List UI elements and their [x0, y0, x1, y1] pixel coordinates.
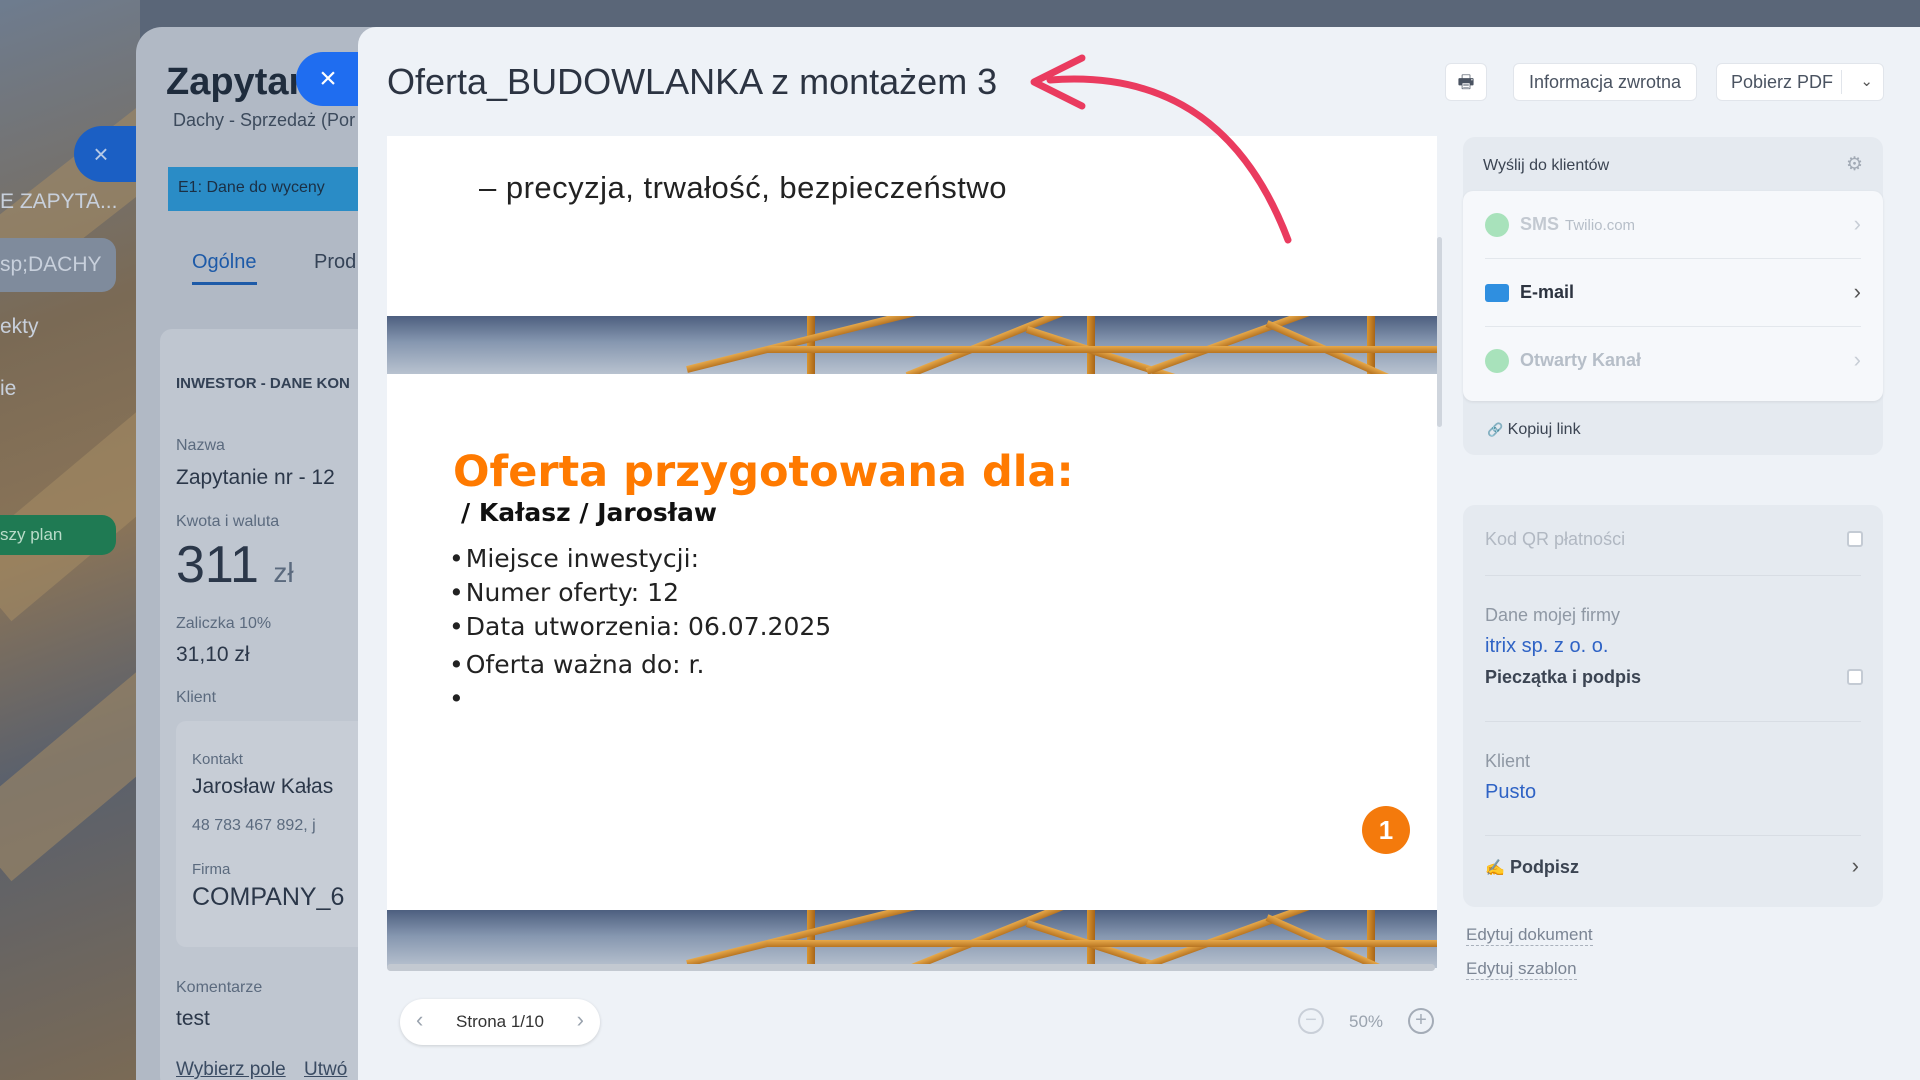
contact-phone: 48 783 467 892, j: [192, 817, 316, 834]
document-options-card: Kod QR płatności Dane mojej firmy itrix …: [1463, 505, 1883, 907]
zoom-in-icon[interactable]: +: [1408, 1008, 1434, 1034]
deal-subtitle: Dachy - Sprzedaż (Por: [173, 110, 356, 130]
bg-plan-button[interactable]: szy plan: [0, 525, 62, 545]
bg-nav-item[interactable]: ie: [0, 377, 16, 401]
tab-general[interactable]: Ogólne: [192, 251, 257, 285]
channel-email[interactable]: E-mail ›: [1463, 259, 1883, 327]
copy-link-label: Kopiuj link: [1507, 421, 1581, 438]
document-title: Oferta_BUDOWLANKA z montażem 3: [387, 61, 998, 102]
copy-link-button[interactable]: 🔗 Kopiuj link: [1487, 421, 1581, 439]
gear-icon[interactable]: ⚙: [1846, 153, 1863, 176]
deposit-label: Zaliczka 10%: [176, 615, 272, 632]
list-item: Data utworzenia: 06.07.2025: [449, 612, 831, 646]
zoom-level: 50%: [1348, 1012, 1384, 1031]
zoom-control: − 50% +: [1298, 1002, 1438, 1042]
link-icon: 🔗: [1487, 422, 1504, 437]
chevron-right-icon: ›: [1853, 279, 1861, 304]
page-navigator: ‹ Strona 1/10 ›: [400, 999, 600, 1045]
edit-template-link[interactable]: Edytuj szablon: [1466, 959, 1577, 980]
client-label: Klient: [176, 689, 217, 706]
deal-title: Zapytan: [166, 61, 312, 103]
edit-document-link[interactable]: Edytuj dokument: [1466, 925, 1593, 946]
chevron-right-icon[interactable]: ›: [577, 1007, 584, 1033]
document-banner-top: [387, 316, 1437, 374]
offer-heading: Oferta przygotowana dla:: [453, 447, 1074, 497]
send-to-clients-card: Wyślij do klientów ⚙ SMS Twilio.com › E-m…: [1463, 137, 1883, 455]
company-label: Firma: [192, 861, 231, 878]
comments-value: test: [176, 1007, 210, 1030]
my-company-label: Dane mojej firmy: [1485, 605, 1621, 625]
pen-icon: ✍: [1485, 860, 1505, 877]
name-value: Zapytanie nr - 12: [176, 466, 335, 489]
deposit-value: 31,10 zł: [176, 643, 250, 666]
document-vertical-scrollbar[interactable]: [1437, 237, 1442, 427]
qr-payment-label: Kod QR płatności: [1485, 529, 1626, 549]
bg-nav-item-dachy[interactable]: sp;DACHY: [0, 253, 102, 277]
zoom-out-icon[interactable]: −: [1298, 1008, 1324, 1034]
qr-payment-checkbox[interactable]: [1847, 531, 1863, 547]
channel-list: SMS Twilio.com › E-mail › Otwarty Kanał ›: [1463, 191, 1883, 401]
modal-close-icon[interactable]: ×: [296, 52, 360, 106]
print-button[interactable]: 🖶: [1445, 63, 1487, 101]
document-page: – precyzja, trwałość, bezpieczeństwo Ofe…: [387, 136, 1437, 968]
document-tagline: – precyzja, trwałość, bezpieczeństwo: [479, 170, 1008, 205]
page-indicator: Strona 1/10: [456, 1012, 544, 1031]
document-banner-bottom: [387, 910, 1437, 968]
channel-open-channel[interactable]: Otwarty Kanał ›: [1463, 327, 1883, 395]
bg-nav-label: E ZAPYTA...: [0, 190, 118, 213]
stamp-signature-checkbox[interactable]: [1847, 669, 1863, 685]
document-horizontal-scrollbar[interactable]: [387, 964, 1435, 971]
bg-close-icon[interactable]: ×: [74, 126, 138, 182]
download-pdf-button[interactable]: Pobierz PDF ⌄: [1716, 63, 1884, 101]
list-item: Numer oferty: 12: [449, 578, 831, 612]
send-header: Wyślij do klientów: [1483, 157, 1610, 174]
chevron-right-icon: ›: [1853, 347, 1861, 372]
choose-field-link[interactable]: Wybierz pole: [176, 1059, 286, 1080]
comments-label: Komentarze: [176, 979, 263, 996]
create-link[interactable]: Utwó: [304, 1059, 347, 1080]
feedback-button[interactable]: Informacja zwrotna: [1513, 63, 1697, 101]
envelope-icon: [1485, 284, 1509, 302]
chevron-down-icon[interactable]: ⌄: [1860, 64, 1873, 100]
offer-details-list: Miejsce inwestycji: Numer oferty: 12 Dat…: [449, 544, 831, 718]
list-item: [449, 684, 831, 718]
contact-value[interactable]: Jarosław Kałas: [192, 775, 333, 799]
client-label: Klient: [1485, 751, 1531, 771]
company-value[interactable]: COMPANY_6: [192, 883, 344, 912]
document-preview-modal: Oferta_BUDOWLANKA z montażem 3 – precyzj…: [358, 27, 1920, 1080]
contact-label: Kontakt: [192, 751, 243, 768]
chevron-right-icon[interactable]: ›: [1852, 853, 1859, 879]
investor-section-title: INWESTOR - DANE KON: [176, 375, 350, 392]
name-label: Nazwa: [176, 437, 225, 454]
document-cut-line: [497, 136, 506, 150]
chat-icon: [1485, 349, 1509, 373]
printer-icon: 🖶: [1457, 72, 1475, 92]
list-item: Miejsce inwestycji:: [449, 544, 831, 578]
tab-products[interactable]: Prod: [314, 251, 356, 274]
my-company-value[interactable]: itrix sp. z o. o.: [1485, 635, 1608, 658]
download-pdf-label: Pobierz PDF: [1731, 72, 1834, 92]
amount-value: 311 zł: [176, 536, 294, 594]
stamp-signature-label: Pieczątka i podpis: [1485, 667, 1642, 687]
sign-button[interactable]: ✍ Podpisz: [1485, 857, 1579, 878]
list-item: Oferta ważna do: r.: [449, 650, 831, 684]
client-value[interactable]: Pusto: [1485, 781, 1536, 804]
channel-sms[interactable]: SMS Twilio.com ›: [1463, 191, 1883, 259]
page-number-badge: 1: [1362, 806, 1410, 854]
chevron-right-icon: ›: [1853, 211, 1861, 236]
offer-client-name: / Kałasz / Jarosław: [461, 498, 717, 527]
amount-label: Kwota i waluta: [176, 513, 280, 530]
whatsapp-icon: [1485, 213, 1509, 237]
bg-nav-item[interactable]: ekty: [0, 315, 39, 339]
